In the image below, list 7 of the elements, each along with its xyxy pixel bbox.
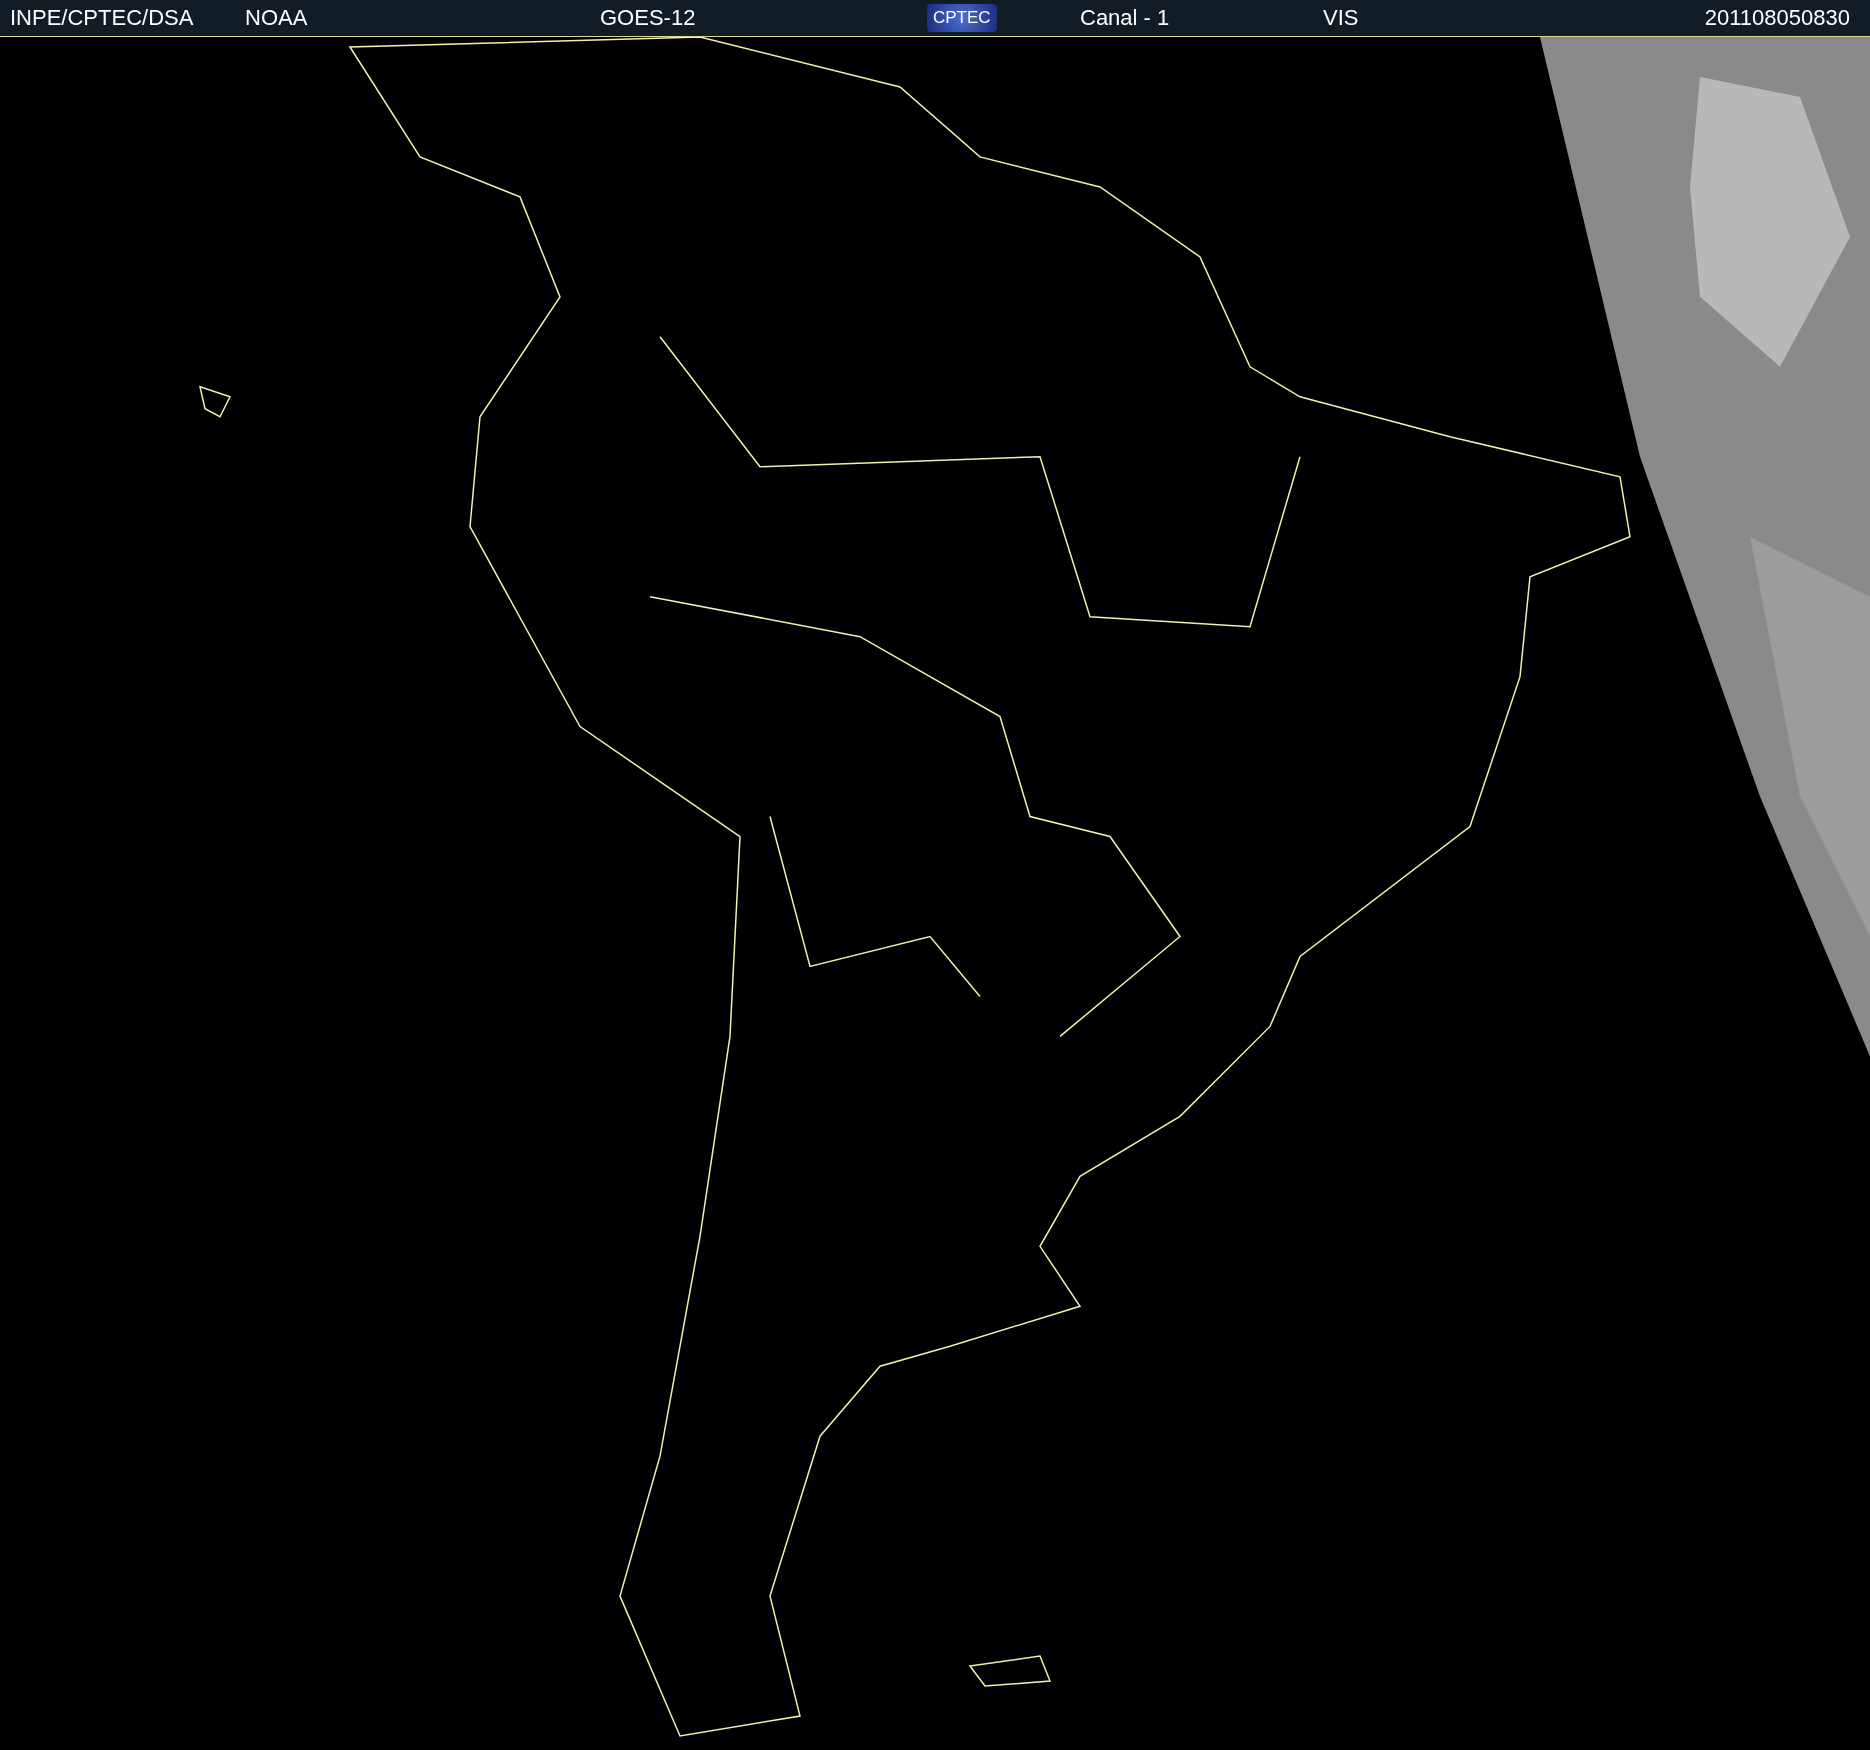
band-label: VIS <box>1323 5 1360 31</box>
agency-label: INPE/CPTEC/DSA <box>10 5 195 31</box>
logo: CPTEC <box>927 4 997 32</box>
channel-label: Canal - 1 <box>1080 5 1171 31</box>
source-label: NOAA <box>245 5 309 31</box>
satellite-label: GOES-12 <box>600 5 697 31</box>
timestamp-label: 201108050830 <box>1704 5 1850 31</box>
